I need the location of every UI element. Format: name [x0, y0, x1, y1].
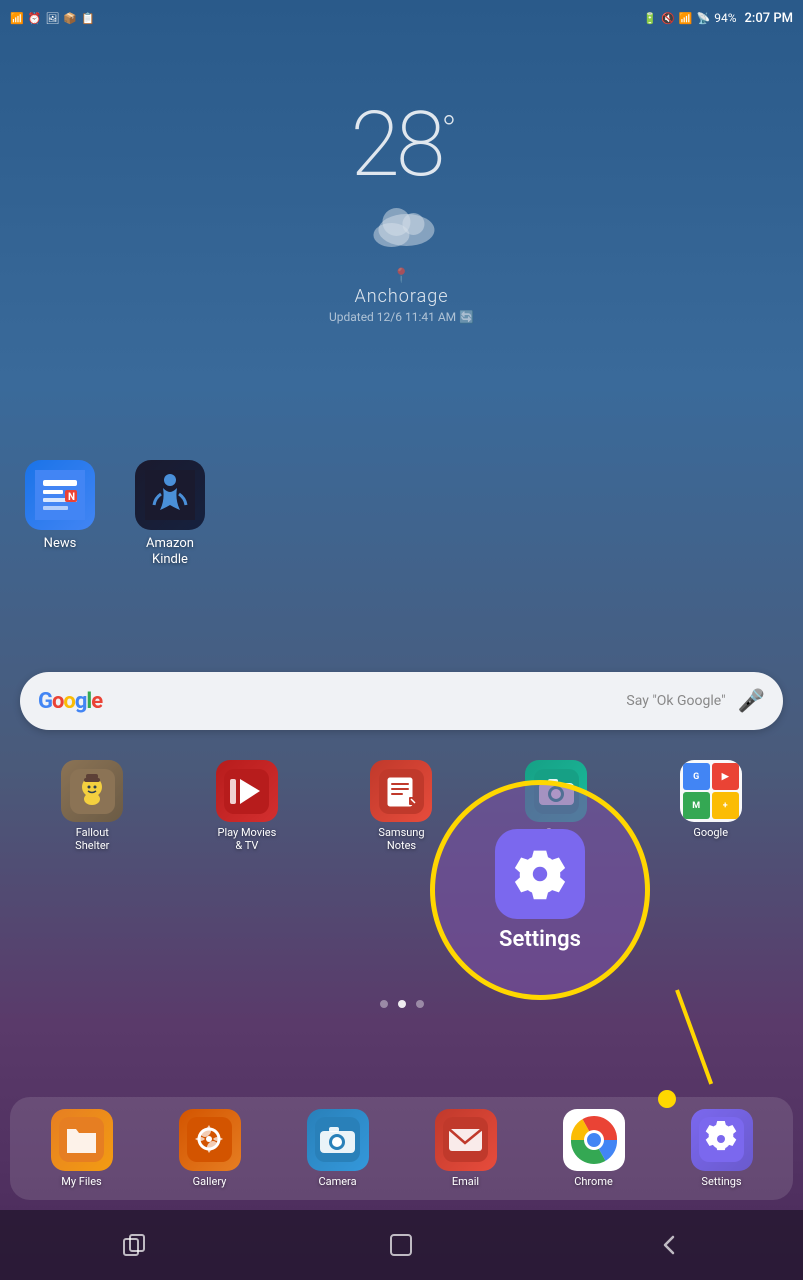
clock: 2:07 PM [745, 11, 794, 26]
dock-app-email[interactable]: Email [404, 1109, 527, 1188]
clipboard-icon: 📋 [81, 12, 95, 25]
gallery-label: Gallery [193, 1175, 227, 1188]
dock-app-gallery[interactable]: Gallery [148, 1109, 271, 1188]
google-label: Google [693, 826, 728, 839]
status-left: 📶 ⏰ 🖼 📦 📋 [10, 12, 95, 25]
status-right: 🔋 🔇 📶 📡 94% 2:07 PM [643, 11, 793, 26]
settings-pointer-dot [658, 1090, 676, 1108]
nav-bar [0, 1210, 803, 1280]
play-movies-icon [216, 760, 278, 822]
page-dot-3[interactable] [416, 1000, 424, 1008]
news-label: News [44, 536, 77, 552]
settings-gear-bg [495, 829, 585, 919]
main-app-grid: FalloutShelter Play Movies& TV Sam [10, 760, 793, 852]
nav-recents-button[interactable] [104, 1225, 164, 1265]
settings-pointer-line [675, 989, 713, 1084]
city-name: Anchorage [329, 286, 474, 307]
screenshot-icon: 🖼 [45, 12, 59, 25]
nav-back-button[interactable] [639, 1225, 699, 1265]
google-logo: Google [38, 689, 102, 714]
myfiles-label: My Files [61, 1175, 101, 1188]
alarm-icon: ⏰ [28, 12, 42, 25]
mute-icon: 🔇 [661, 12, 675, 25]
location-icon: 📍 [329, 268, 474, 284]
signal-icon: 📶 [10, 12, 24, 25]
settings-highlight-circle: Settings [430, 780, 650, 1000]
chrome-icon [563, 1109, 625, 1171]
google-search-bar[interactable]: Google Say "Ok Google" 🎤 [20, 672, 783, 730]
gallery-icon [179, 1109, 241, 1171]
chrome-label: Chrome [574, 1175, 613, 1188]
fallout-shelter-icon [61, 760, 123, 822]
settings-dock-label: Settings [701, 1175, 741, 1188]
camera-label: Camera [318, 1175, 356, 1188]
weather-icon [329, 200, 474, 263]
app-kindle[interactable]: AmazonKindle [130, 460, 210, 567]
battery-percent: 94% [714, 11, 736, 25]
kindle-label: AmazonKindle [146, 536, 194, 567]
page-dot-1[interactable] [380, 1000, 388, 1008]
dropbox-icon: 📦 [63, 12, 77, 25]
dock-app-myfiles[interactable]: My Files [20, 1109, 143, 1188]
camera-icon [307, 1109, 369, 1171]
app-google[interactable]: G ▶ M + Google [638, 760, 783, 852]
app-play-movies[interactable]: Play Movies& TV [175, 760, 320, 852]
home-apps-top: N News AmazonKindle [20, 460, 210, 567]
settings-gear-icon [513, 847, 567, 901]
kindle-icon [135, 460, 205, 530]
page-dot-2[interactable] [398, 1000, 406, 1008]
fallout-shelter-label: FalloutShelter [75, 826, 109, 852]
myfiles-icon [51, 1109, 113, 1171]
dock: My Files Gallery [10, 1097, 793, 1200]
google-bar-right: Say "Ok Google" 🎤 [626, 689, 765, 714]
dock-app-camera[interactable]: Camera [276, 1109, 399, 1188]
status-bar: 📶 ⏰ 🖼 📦 📋 🔋 🔇 📶 📡 94% 2:07 PM [0, 0, 803, 36]
dock-app-settings[interactable]: Settings [660, 1109, 783, 1188]
dock-app-chrome[interactable]: Chrome [532, 1109, 655, 1188]
google-grid-icon: G ▶ M + [680, 760, 742, 822]
say-ok-google-text: Say "Ok Google" [626, 693, 725, 709]
email-label: Email [452, 1175, 479, 1188]
nav-home-button[interactable] [371, 1225, 431, 1265]
page-dots [380, 1000, 424, 1008]
play-movies-label: Play Movies& TV [218, 826, 277, 852]
samsung-notes-icon [370, 760, 432, 822]
settings-label-highlight: Settings [499, 927, 581, 952]
news-icon: N [25, 460, 95, 530]
signal-bars-icon: 📡 [697, 12, 711, 25]
settings-dock-icon [691, 1109, 753, 1171]
weather-widget: 28° 📍 Anchorage Updated 12/6 11:41 AM 🔄 [329, 100, 474, 324]
email-icon [435, 1109, 497, 1171]
svg-text:N: N [68, 492, 75, 503]
samsung-notes-label: SamsungNotes [378, 826, 424, 852]
app-news[interactable]: N News [20, 460, 100, 567]
battery-icon: 🔋 [643, 12, 657, 25]
temperature: 28° [329, 100, 474, 190]
app-fallout-shelter[interactable]: FalloutShelter [20, 760, 165, 852]
weather-updated: Updated 12/6 11:41 AM 🔄 [329, 310, 474, 324]
microphone-icon[interactable]: 🎤 [738, 689, 765, 714]
wifi-icon: 📶 [679, 12, 693, 25]
